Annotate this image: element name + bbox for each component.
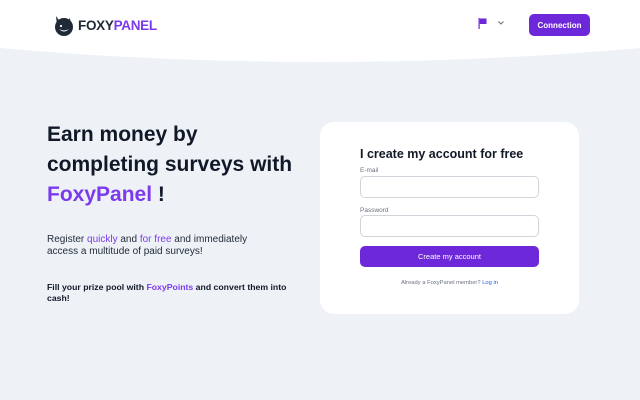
signup-title: I create my account for free [360,147,524,161]
connection-button[interactable]: Connection [529,14,590,36]
logo-text-panel: PANEL [113,17,158,33]
chevron-down-icon[interactable] [497,19,505,27]
logo-text: FOXYPANEL [78,18,157,33]
fox-logo-icon [55,16,73,36]
logo[interactable]: FOXYPANEL [52,12,157,38]
login-link[interactable]: Log in [482,280,498,286]
email-field[interactable] [360,176,539,198]
hero-title-line1: Earn money by [47,123,198,146]
signup-card: I create my account for free E-mail Pass… [320,122,579,314]
already-member-text: Already a FoxyPanel member? Log in [320,280,579,286]
logo-text-foxy: FOXY [78,17,114,33]
hero-title-suffix: ! [152,183,165,206]
hero-title-line2: completing surveys with [47,153,293,176]
hero-desc-and: and [117,234,140,245]
hero-description: Register quickly and for free and immedi… [47,234,277,258]
hero-desc-quickly: quickly [87,234,118,245]
password-label: Password [360,207,389,214]
hero-title-brand: FoxyPanel [47,183,153,206]
hero-desc-free: for free [139,234,172,245]
hero-title: Earn money by completing surveys with Fo… [47,120,307,210]
create-account-button[interactable]: Create my account [360,246,539,267]
hero-title-line3: FoxyPanel ! [47,180,307,210]
site-header: FOXYPANEL Connection [0,0,640,66]
hero-prize-text: Fill your prize pool with FoxyPoints and… [47,282,287,304]
email-label: E-mail [360,167,379,174]
hero-desc-prefix: Register [47,234,88,245]
password-field[interactable] [360,215,539,237]
hero-prize-points: FoxyPoints [146,282,194,292]
flag-icon[interactable] [478,18,487,29]
already-member-prefix: Already a FoxyPanel member? [401,280,483,286]
hero-prize-prefix: Fill your prize pool with [47,282,147,292]
